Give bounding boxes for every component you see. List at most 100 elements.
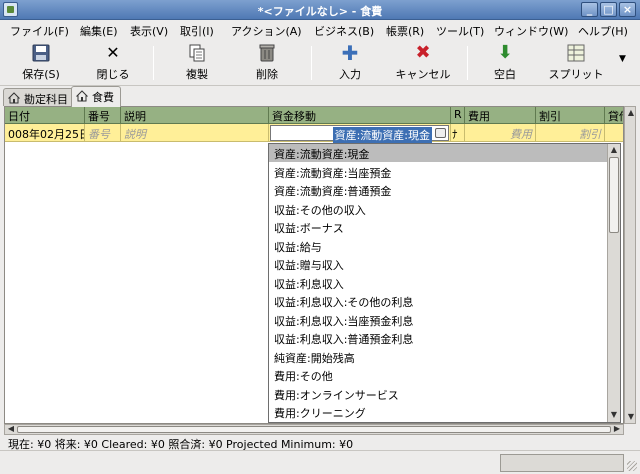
- account-option[interactable]: 収益:給与: [269, 237, 607, 255]
- delete-label: 削除: [256, 68, 278, 81]
- menu-reports[interactable]: 帳票(R): [386, 23, 424, 39]
- header-balance[interactable]: 貸借: [605, 107, 623, 124]
- progress-bar: [500, 454, 624, 472]
- cancel-button[interactable]: ✖ キャンセル: [392, 43, 454, 82]
- scroll-up-icon[interactable]: ▲: [608, 144, 620, 156]
- close-button[interactable]: ✕ 閉じる: [90, 43, 136, 82]
- account-option[interactable]: 純資産:開始残高: [269, 348, 607, 366]
- cancel-label: キャンセル: [395, 68, 451, 81]
- resize-grip-icon[interactable]: [627, 461, 637, 471]
- account-option[interactable]: 資産:流動資産:当座預金: [269, 163, 607, 181]
- duplicate-icon: [186, 43, 208, 63]
- menu-window[interactable]: ウィンドウ(W): [494, 23, 568, 39]
- header-reconcile[interactable]: R: [451, 107, 465, 124]
- dropdown-scroll-thumb[interactable]: [609, 157, 619, 233]
- account-option[interactable]: 収益:ボーナス: [269, 218, 607, 236]
- scroll-down-icon[interactable]: ▼: [608, 409, 620, 421]
- header-description[interactable]: 説明: [121, 107, 269, 124]
- num-field[interactable]: 番号: [85, 124, 121, 142]
- horizontal-scroll-thumb[interactable]: [17, 426, 611, 433]
- header-expense[interactable]: 費用: [465, 107, 536, 124]
- expense-field[interactable]: 費用: [465, 124, 536, 142]
- header-transfer[interactable]: 資金移動: [269, 107, 451, 124]
- tab-accounts-label: 勘定科目: [24, 93, 68, 106]
- blank-label: 空白: [494, 68, 516, 81]
- account-option[interactable]: 収益:利息収入:普通預金利息: [269, 329, 607, 347]
- scroll-left-icon[interactable]: ◀: [5, 423, 17, 435]
- tab-bar: 勘定科目 食費: [0, 86, 640, 107]
- split-icon: [565, 43, 587, 63]
- menu-actions[interactable]: アクション(A): [231, 23, 302, 39]
- transfer-input[interactable]: 資産:流動資産:現金: [270, 125, 449, 143]
- status-bar: [0, 450, 640, 474]
- scroll-down-icon[interactable]: ▼: [625, 411, 637, 423]
- rebate-field[interactable]: 割引: [536, 124, 605, 142]
- balance-summary: 現在: ¥0 将来: ¥0 Cleared: ¥0 照合済: ¥0 Projec…: [8, 438, 354, 451]
- combo-arrow-icon[interactable]: [435, 128, 446, 138]
- transfer-selected-text: 資産:流動資産:現金: [332, 127, 432, 143]
- save-label: 保存(S): [22, 68, 60, 81]
- scroll-right-icon[interactable]: ▶: [611, 423, 623, 435]
- enter-label: 入力: [339, 68, 361, 81]
- menu-transaction[interactable]: 取引(I): [180, 23, 214, 39]
- trash-can-icon: [256, 43, 278, 63]
- table-row[interactable]: 008年02月25日 番号 説明 資産:流動資産:現金 ﾅ 費用 割引: [5, 124, 623, 143]
- account-option[interactable]: 費用:クリーニング: [269, 403, 607, 421]
- house-icon: [8, 92, 20, 104]
- header-date[interactable]: 日付: [5, 107, 85, 124]
- dropdown-scrollbar[interactable]: ▲ ▼: [607, 144, 620, 422]
- cancel-x-icon: ✖: [415, 42, 431, 63]
- maximize-button[interactable]: □: [600, 2, 617, 17]
- header-rebate[interactable]: 割引: [536, 107, 605, 124]
- split-button[interactable]: スプリット: [545, 43, 607, 82]
- close-label: 閉じる: [96, 68, 130, 81]
- reconcile-field[interactable]: ﾅ: [451, 124, 465, 142]
- enter-button[interactable]: ✚ 入力: [327, 43, 373, 82]
- menu-business[interactable]: ビジネス(B): [314, 23, 374, 39]
- menu-file[interactable]: ファイル(F): [10, 23, 69, 39]
- floppy-disk-icon: [30, 43, 52, 63]
- menu-edit[interactable]: 編集(E): [80, 23, 118, 39]
- account-option[interactable]: 資産:流動資産:現金: [269, 144, 607, 162]
- delete-button[interactable]: 削除: [244, 43, 290, 82]
- balance-field: [605, 124, 623, 142]
- title-bar: *<ファイルなし> - 食費 _ □ ×: [0, 0, 640, 20]
- minimize-button[interactable]: _: [581, 2, 598, 17]
- header-num[interactable]: 番号: [85, 107, 121, 124]
- account-option[interactable]: 資産:流動資産:普通預金: [269, 181, 607, 199]
- tab-accounts[interactable]: 勘定科目: [3, 88, 75, 106]
- tab-food-expense[interactable]: 食費: [71, 86, 121, 107]
- account-option[interactable]: 収益:贈与収入: [269, 255, 607, 273]
- date-field[interactable]: 008年02月25日: [5, 124, 85, 142]
- toolbar-separator: [467, 46, 468, 80]
- menu-help[interactable]: ヘルプ(H): [578, 23, 628, 39]
- register-vertical-scrollbar[interactable]: ▲ ▼: [624, 106, 636, 424]
- plus-icon: ✚: [341, 41, 359, 65]
- arrow-down-icon: ⬇: [497, 42, 513, 63]
- register-horizontal-scrollbar[interactable]: ◀ ▶: [4, 424, 624, 435]
- account-option[interactable]: 収益:利息収入: [269, 274, 607, 292]
- account-option[interactable]: 収益:利息収入:その他の利息: [269, 292, 607, 310]
- account-option[interactable]: 収益:その他の収入: [269, 200, 607, 218]
- close-icon: ✕: [106, 43, 120, 62]
- duplicate-button[interactable]: 複製: [174, 43, 220, 82]
- tab-food-expense-label: 食費: [92, 91, 114, 104]
- account-option[interactable]: 収益:利息収入:当座預金利息: [269, 311, 607, 329]
- menu-tools[interactable]: ツール(T): [436, 23, 484, 39]
- toolbar-overflow-icon[interactable]: ▼: [619, 54, 626, 64]
- duplicate-label: 複製: [186, 68, 208, 81]
- window-title: *<ファイルなし> - 食費: [257, 5, 383, 18]
- description-field[interactable]: 説明: [121, 124, 269, 142]
- account-option[interactable]: 費用:その他: [269, 366, 607, 384]
- toolbar-separator: [153, 46, 154, 80]
- blank-button[interactable]: ⬇ 空白: [482, 43, 528, 82]
- house-icon: [76, 90, 88, 102]
- save-button[interactable]: 保存(S): [18, 43, 64, 82]
- account-option[interactable]: 費用:オンラインサービス: [269, 385, 607, 403]
- close-window-button[interactable]: ×: [619, 2, 636, 17]
- register-header: 日付 番号 説明 資金移動 R 費用 割引 貸借: [5, 107, 623, 124]
- scroll-up-icon[interactable]: ▲: [625, 107, 637, 119]
- toolbar-separator: [311, 46, 312, 80]
- menu-bar: ファイル(F) 編集(E) 表示(V) 取引(I) アクション(A) ビジネス(…: [0, 20, 640, 40]
- menu-view[interactable]: 表示(V): [130, 23, 168, 39]
